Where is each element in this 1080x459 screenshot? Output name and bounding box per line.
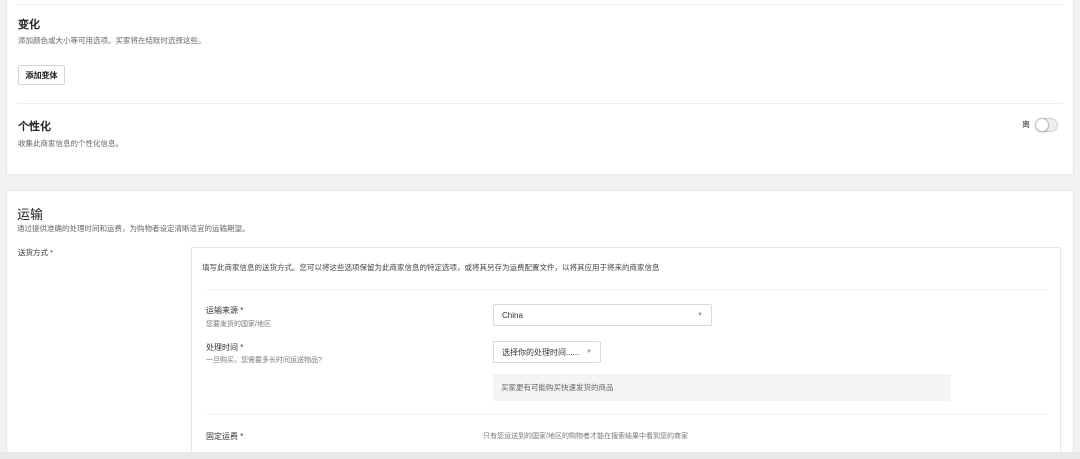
variations-title: 变化 bbox=[18, 19, 40, 31]
processing-time-select[interactable]: 选择你的处理时间...... ▼ bbox=[493, 341, 601, 363]
variations-description: 添加颜色或大小等可用选项。买家将在结账时选择这些。 bbox=[18, 36, 206, 45]
processing-help: 一旦购买，您需要多长时间运送物品? bbox=[206, 357, 322, 364]
shipping-method-label: 送货方式 * bbox=[18, 248, 54, 257]
processing-time-value: 选择你的处理时间...... bbox=[502, 347, 580, 357]
personalization-title: 个性化 bbox=[18, 121, 51, 133]
add-variation-button[interactable]: 添加变体 bbox=[18, 65, 65, 85]
origin-help: 您要发货的国家/地区 bbox=[206, 321, 271, 328]
origin-country-select[interactable]: China ▼ bbox=[493, 304, 712, 326]
origin-label: 运输来源 * bbox=[206, 306, 244, 315]
variations-personalization-card: 变化 添加颜色或大小等可用选项。买家将在结账时选择这些。 添加变体 个性化 收集… bbox=[6, 0, 1074, 175]
shipping-description: 通过提供准确的处理时间和运费，为购物者设定清晰适宜的运输期望。 bbox=[17, 224, 250, 233]
origin-country-value: China bbox=[502, 310, 523, 320]
personalization-description: 收集此商家信息的个性化信息。 bbox=[18, 139, 123, 148]
toggle-knob bbox=[1035, 118, 1049, 132]
processing-hint: 买家更有可能购买快速发货的商品 bbox=[493, 374, 951, 401]
processing-label: 处理时间 * bbox=[206, 343, 244, 352]
shipping-card: 运输 通过提供准确的处理时间和运费，为购物者设定清晰适宜的运输期望。 送货方式 … bbox=[6, 190, 1074, 459]
personalization-toggle-label: 离 bbox=[1022, 120, 1030, 129]
fixed-cost-label: 固定运费 * bbox=[206, 432, 244, 441]
shipping-title: 运输 bbox=[17, 207, 44, 222]
chevron-down-icon: ▼ bbox=[697, 312, 703, 318]
shipping-method-panel: 填写此商家信息的送货方式。您可以将这些选项保留为此商家信息的特定选项，或将其另存… bbox=[191, 247, 1061, 459]
chevron-down-icon: ▼ bbox=[586, 349, 592, 355]
fixed-cost-divider bbox=[206, 414, 1048, 415]
top-divider bbox=[17, 4, 1063, 5]
personalization-toggle[interactable] bbox=[1035, 118, 1058, 132]
shipping-intro-text: 填写此商家信息的送货方式。您可以将这些选项保留为此商家信息的特定选项，或将其另存… bbox=[202, 263, 660, 272]
bottom-scroll-bar bbox=[0, 452, 1080, 459]
section-divider bbox=[17, 103, 1063, 104]
intro-divider bbox=[206, 289, 1048, 290]
fixed-cost-note: 只有您运送到的国家/地区的购物者才能在搜索结果中看到您的商家 bbox=[483, 433, 688, 440]
